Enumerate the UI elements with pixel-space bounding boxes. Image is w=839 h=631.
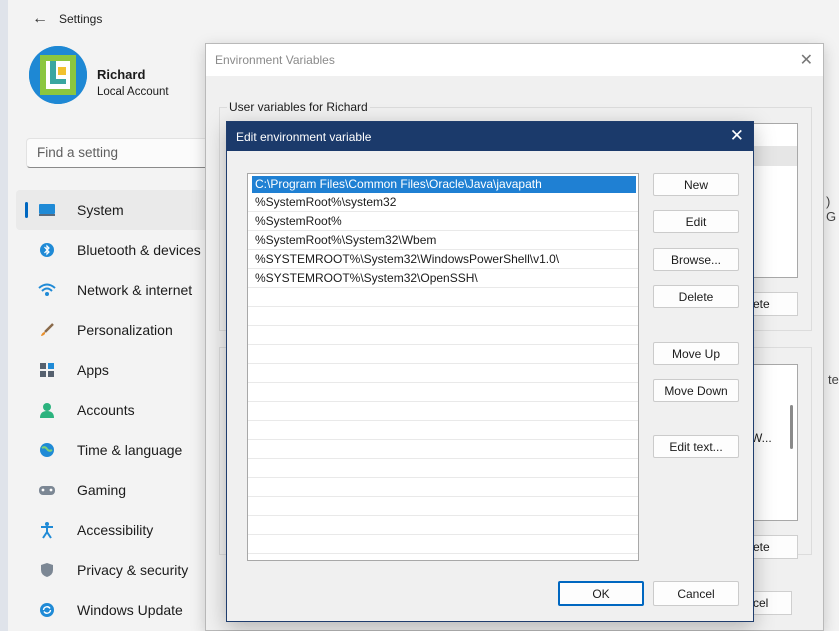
search-input[interactable]: Find a setting (26, 138, 216, 168)
back-arrow-icon: ← (32, 10, 48, 28)
sidebar-item-apps[interactable]: Apps (16, 350, 216, 390)
app-title: Settings (59, 12, 102, 26)
time-language-icon (36, 440, 58, 460)
gaming-icon (36, 480, 58, 500)
list-item[interactable] (248, 421, 638, 440)
edit-dialog-title: Edit environment variable (236, 130, 371, 144)
accessibility-icon (36, 520, 58, 540)
list-item[interactable] (248, 402, 638, 421)
accounts-icon (36, 400, 58, 420)
cancel-button[interactable]: Cancel (653, 581, 739, 606)
browse-button[interactable]: Browse... (653, 248, 739, 271)
sidebar-item-bluetooth[interactable]: Bluetooth & devices (16, 230, 216, 270)
sidebar-item-personalization[interactable]: Personalization (16, 310, 216, 350)
path-entries-list[interactable]: C:\Program Files\Common Files\Oracle\Jav… (247, 173, 639, 561)
sidebar-item-windows-update[interactable]: Windows Update (16, 590, 216, 630)
sidebar-item-network[interactable]: Network & internet (16, 270, 216, 310)
user-name: Richard (97, 67, 145, 82)
list-item[interactable] (248, 516, 638, 535)
sidebar-item-label: System (77, 202, 124, 218)
list-item[interactable]: %SYSTEMROOT%\System32\WindowsPowerShell\… (248, 250, 638, 269)
list-item[interactable] (248, 326, 638, 345)
list-item[interactable]: %SystemRoot%\system32 (248, 193, 638, 212)
list-item[interactable]: %SystemRoot%\System32\Wbem (248, 231, 638, 250)
sidebar-item-label: Accounts (77, 402, 135, 418)
back-button[interactable]: ← (26, 8, 54, 30)
sidebar-item-label: Accessibility (77, 522, 153, 538)
sidebar-item-accounts[interactable]: Accounts (16, 390, 216, 430)
delete-button[interactable]: Delete (653, 285, 739, 308)
close-icon[interactable]: ✕ (800, 50, 813, 70)
network-icon (36, 280, 58, 300)
edit-button[interactable]: Edit (653, 210, 739, 233)
partial-text: ter (828, 372, 839, 387)
sidebar-item-accessibility[interactable]: Accessibility (16, 510, 216, 550)
avatar-logo-icon (29, 46, 87, 104)
move-up-button[interactable]: Move Up (653, 342, 739, 365)
account-type: Local Account (97, 86, 169, 98)
env-titlebar: Environment Variables ✕ (206, 44, 823, 76)
list-item[interactable] (248, 478, 638, 497)
apps-icon (36, 360, 58, 380)
sidebar-item-label: Apps (77, 362, 109, 378)
list-item[interactable] (248, 383, 638, 402)
sidebar-item-label: Bluetooth & devices (77, 242, 201, 258)
sidebar-item-label: Personalization (77, 322, 173, 338)
sidebar-item-label: Windows Update (77, 602, 183, 618)
env-dialog-title: Environment Variables (215, 53, 335, 67)
sidebar-item-system[interactable]: System (16, 190, 216, 230)
sidebar-item-label: Time & language (77, 442, 182, 458)
list-item[interactable] (248, 364, 638, 383)
avatar[interactable] (29, 46, 87, 104)
list-item[interactable] (248, 288, 638, 307)
sidebar-item-label: Network & internet (77, 282, 192, 298)
list-item[interactable]: %SystemRoot% (248, 212, 638, 231)
sidebar-item-label: Privacy & security (77, 562, 188, 578)
personalization-icon (36, 320, 58, 340)
sidebar-item-privacy[interactable]: Privacy & security (16, 550, 216, 590)
list-item[interactable] (248, 307, 638, 326)
scrollbar[interactable] (790, 405, 793, 449)
new-button[interactable]: New (653, 173, 739, 196)
sidebar-item-gaming[interactable]: Gaming (16, 470, 216, 510)
sidebar-item-time-language[interactable]: Time & language (16, 430, 216, 470)
list-item[interactable] (248, 459, 638, 478)
edit-text-button[interactable]: Edit text... (653, 435, 739, 458)
list-item[interactable] (248, 440, 638, 459)
move-down-button[interactable]: Move Down (653, 379, 739, 402)
edit-environment-variable-dialog: Edit environment variable ✕ C:\Program F… (226, 121, 754, 622)
windows-update-icon (36, 600, 58, 620)
sidebar-nav: System Bluetooth & devices Network & int… (16, 190, 216, 630)
list-item[interactable]: %SYSTEMROOT%\System32\OpenSSH\ (248, 269, 638, 288)
sidebar-item-label: Gaming (77, 482, 126, 498)
list-item[interactable] (248, 535, 638, 554)
list-item[interactable] (248, 497, 638, 516)
system-icon (36, 200, 58, 220)
partial-text: ) G (826, 194, 839, 224)
privacy-icon (36, 560, 58, 580)
bluetooth-icon (36, 240, 58, 260)
list-item[interactable] (248, 345, 638, 364)
ok-button[interactable]: OK (558, 581, 644, 606)
close-icon[interactable]: ✕ (730, 126, 744, 146)
edit-titlebar: Edit environment variable ✕ (227, 122, 753, 151)
user-variables-label: User variables for Richard (227, 100, 370, 114)
list-item[interactable]: C:\Program Files\Common Files\Oracle\Jav… (252, 176, 636, 193)
list-item: W... (751, 431, 772, 445)
